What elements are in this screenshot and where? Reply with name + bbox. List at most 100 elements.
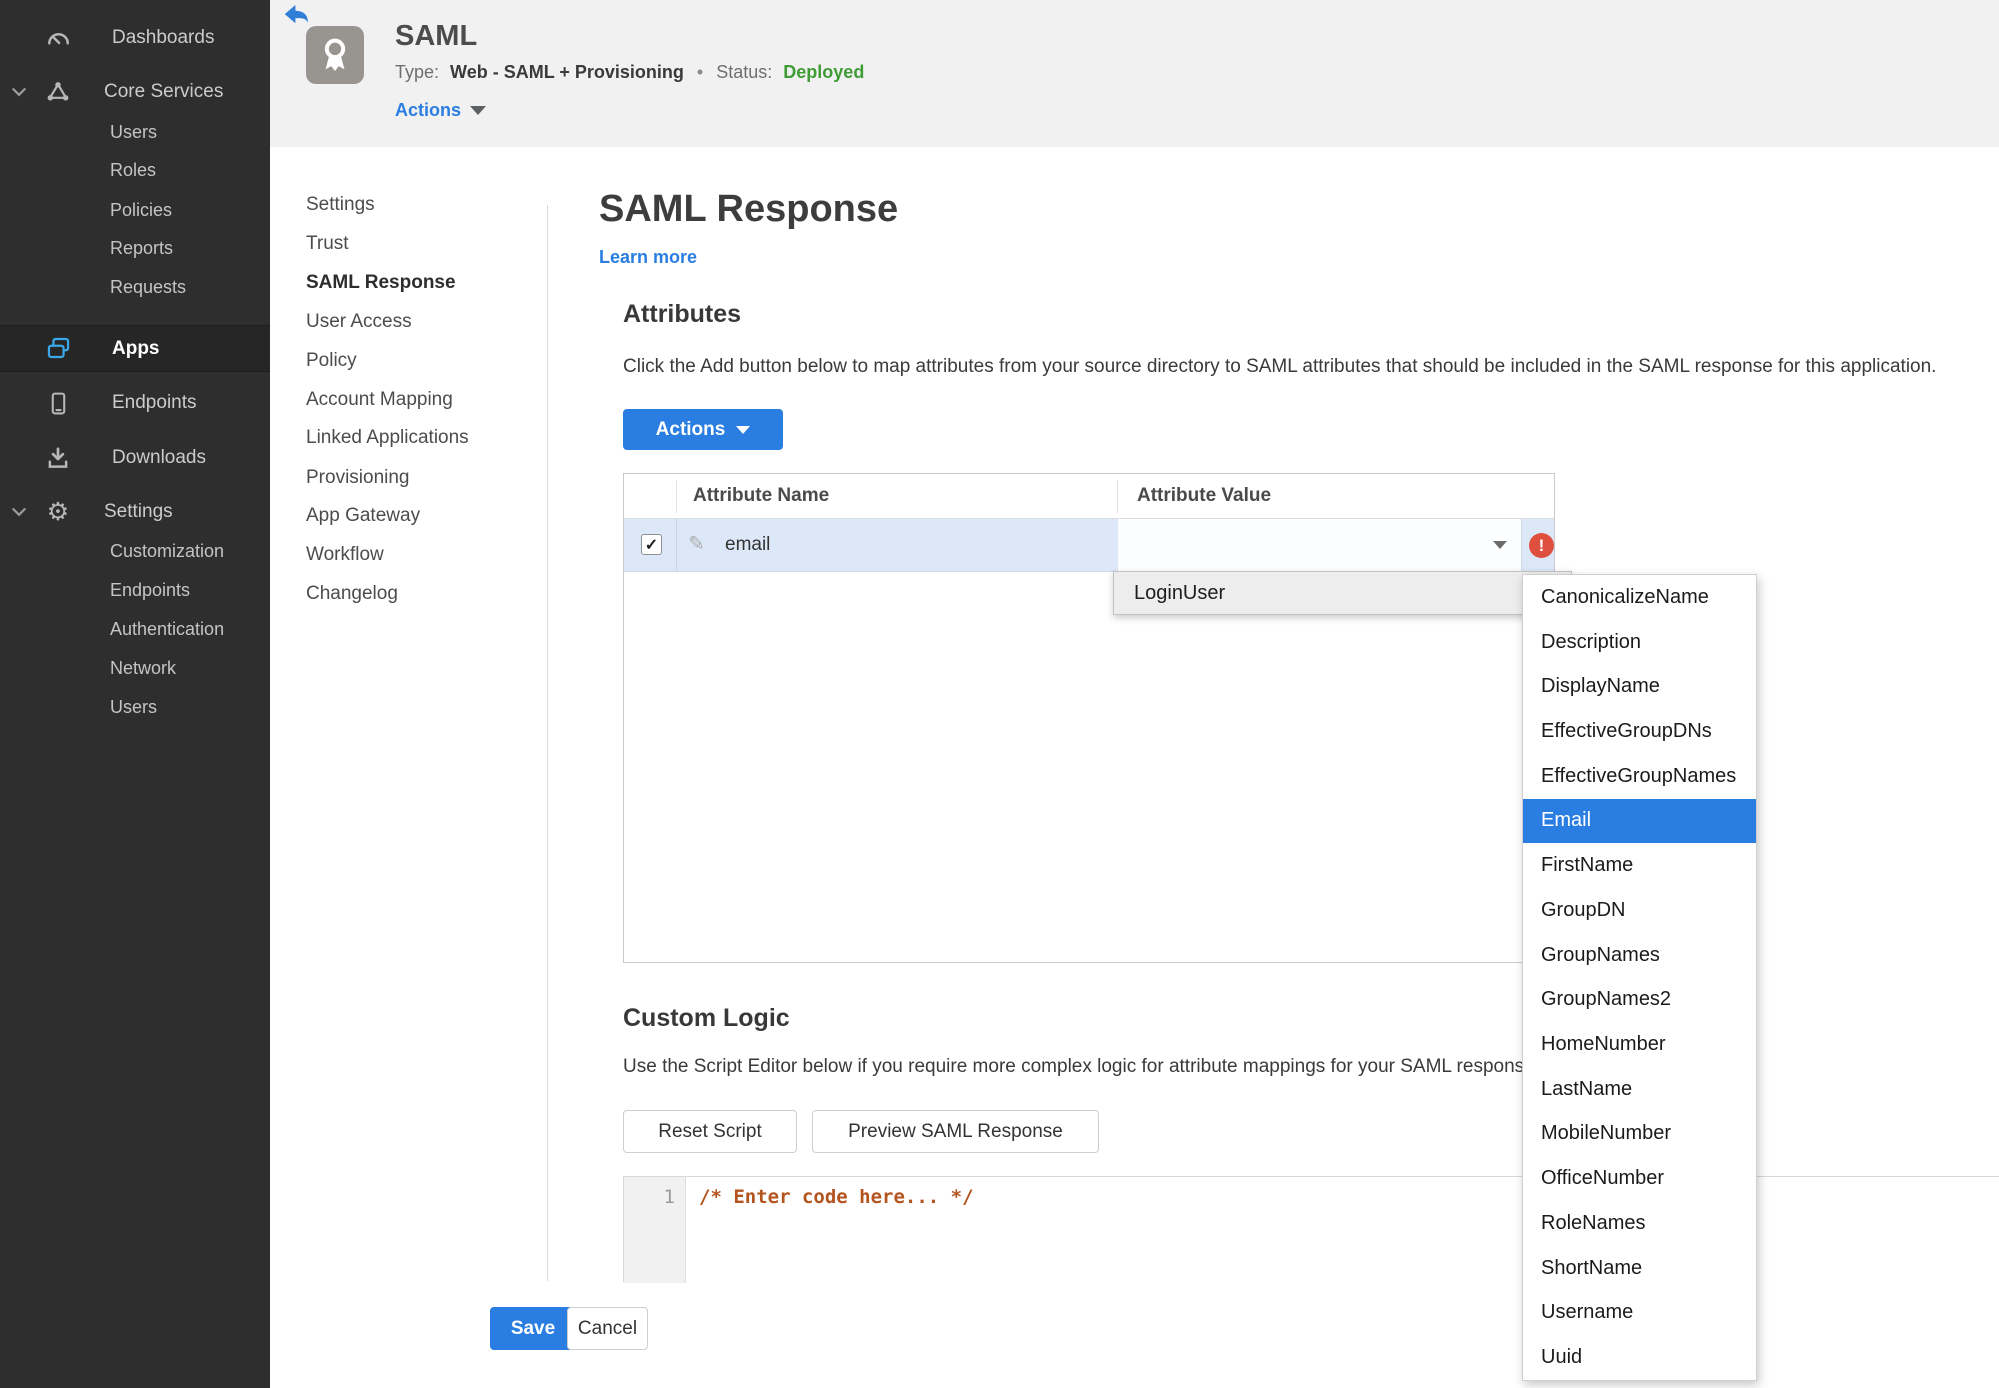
tab-workflow[interactable]: Workflow	[306, 542, 384, 568]
chevron-down-icon	[470, 106, 487, 115]
tab-label: Linked Applications	[306, 427, 469, 448]
sidebar-subitem-label: Requests	[110, 276, 187, 297]
editor-gutter: 1	[624, 1177, 686, 1283]
menu-item-mobilenumber[interactable]: MobileNumber	[1523, 1112, 1756, 1157]
menu-item-firstname[interactable]: FirstName	[1523, 843, 1756, 888]
menu-item-lastname[interactable]: LastName	[1523, 1067, 1756, 1112]
tab-label: Trust	[306, 233, 349, 254]
value-submenu: CanonicalizeName Description DisplayName…	[1522, 574, 1757, 1381]
tab-label: Changelog	[306, 583, 398, 604]
gear-icon: ⚙	[46, 497, 70, 526]
apps-icon	[44, 335, 72, 363]
tab-provisioning[interactable]: Provisioning	[306, 465, 410, 491]
cancel-button[interactable]: Cancel	[567, 1307, 648, 1350]
type-label: Type:	[395, 62, 440, 82]
menu-item-rolenames[interactable]: RoleNames	[1523, 1201, 1756, 1246]
menu-item-username[interactable]: Username	[1523, 1291, 1756, 1336]
menu-item-email[interactable]: Email	[1523, 798, 1756, 844]
tab-policy[interactable]: Policy	[306, 348, 357, 374]
sidebar-item-authentication[interactable]: Authentication	[110, 616, 224, 642]
column-divider	[676, 519, 677, 571]
sidebar-item-policies[interactable]: Policies	[110, 197, 172, 223]
chevron-down-icon[interactable]	[10, 503, 28, 521]
column-divider	[676, 480, 677, 513]
column-divider	[1117, 480, 1118, 513]
sidebar-subitem-label: Users	[110, 121, 158, 142]
menu-item-uuid[interactable]: Uuid	[1523, 1335, 1756, 1380]
table-header: Attribute Name Attribute Value	[624, 474, 1554, 519]
sidebar-item-roles[interactable]: Roles	[110, 157, 156, 183]
tab-trust[interactable]: Trust	[306, 231, 349, 257]
status-badge: Deployed	[783, 62, 865, 82]
tab-user-access[interactable]: User Access	[306, 309, 412, 335]
tab-label: Provisioning	[306, 467, 410, 488]
tab-label: App Gateway	[306, 505, 421, 526]
tab-linked-applications[interactable]: Linked Applications	[306, 425, 469, 451]
menu-item-groupnames2[interactable]: GroupNames2	[1523, 977, 1756, 1022]
tab-label: SAML Response	[306, 272, 456, 293]
tab-saml-response[interactable]: SAML Response	[306, 270, 456, 296]
header-actions-menu[interactable]: Actions	[395, 100, 487, 121]
menu-item-description[interactable]: Description	[1523, 620, 1756, 665]
chevron-down-icon[interactable]	[10, 83, 28, 101]
save-button[interactable]: Save	[490, 1307, 576, 1350]
edit-pencil-icon[interactable]: ✎	[688, 531, 705, 556]
tab-app-gateway[interactable]: App Gateway	[306, 503, 420, 529]
tab-label: Workflow	[306, 544, 384, 565]
sidebar-item-reports[interactable]: Reports	[110, 235, 173, 261]
sidebar-group-settings[interactable]: ⚙ Settings	[0, 492, 270, 532]
sidebar-subitem-label: Users	[110, 696, 158, 717]
tab-account-mapping[interactable]: Account Mapping	[306, 387, 453, 413]
menu-item-officenumber[interactable]: OfficeNumber	[1523, 1156, 1756, 1201]
preview-saml-response-button[interactable]: Preview SAML Response	[812, 1110, 1099, 1153]
menu-item-effectivegroupdns[interactable]: EffectiveGroupDNs	[1523, 709, 1756, 754]
learn-more-link[interactable]: Learn more	[599, 247, 697, 268]
sidebar-group-label: Core Services	[104, 81, 224, 102]
menu-item-homenumber[interactable]: HomeNumber	[1523, 1022, 1756, 1067]
sidebar-subitem-label: Authentication	[110, 618, 225, 639]
menu-item-effectivegroupnames[interactable]: EffectiveGroupNames	[1523, 754, 1756, 799]
sidebar-group-core-services[interactable]: Core Services	[0, 72, 270, 112]
download-icon	[44, 444, 72, 472]
back-arrow-icon[interactable]	[283, 3, 309, 27]
reset-script-button[interactable]: Reset Script	[623, 1110, 797, 1153]
sidebar-item-requests[interactable]: Requests	[110, 274, 186, 300]
script-editor[interactable]: 1 /* Enter code here... */	[623, 1176, 1999, 1283]
menu-item-shortname[interactable]: ShortName	[1523, 1246, 1756, 1291]
sidebar-item-apps[interactable]: Apps	[0, 325, 270, 372]
sidebar-item-settings-endpoints[interactable]: Endpoints	[110, 577, 190, 603]
tab-settings[interactable]: Settings	[306, 192, 375, 218]
sidebar-item-label: Downloads	[112, 447, 206, 468]
sidebar-subitem-label: Roles	[110, 159, 157, 180]
sidebar-subitem-label: Policies	[110, 199, 173, 220]
core-services-icon	[44, 78, 72, 106]
sidebar-item-dashboards[interactable]: Dashboards	[0, 18, 270, 58]
chevron-down-icon	[1493, 541, 1507, 549]
tab-changelog[interactable]: Changelog	[306, 581, 398, 607]
row-checkbox[interactable]: ✓	[641, 534, 662, 555]
value-menu-loginuser[interactable]: LoginUser	[1113, 571, 1572, 615]
custom-logic-description: Use the Script Editor below if you requi…	[623, 1056, 1540, 1077]
sidebar-item-label: Apps	[112, 337, 160, 359]
sidebar-item-customization[interactable]: Customization	[110, 538, 224, 564]
sidebar-item-downloads[interactable]: Downloads	[0, 438, 270, 478]
sidebar-item-network[interactable]: Network	[110, 655, 176, 681]
attributes-actions-button[interactable]: Actions	[623, 409, 783, 450]
sidebar-item-users[interactable]: Users	[110, 119, 157, 145]
saml-app-icon	[306, 26, 364, 84]
app-meta: Type: Web - SAML + Provisioning • Status…	[395, 62, 864, 83]
sidebar-item-endpoints[interactable]: Endpoints	[0, 383, 270, 423]
menu-item-canonicalizename[interactable]: CanonicalizeName	[1523, 575, 1756, 620]
actions-button-label: Actions	[655, 418, 726, 440]
app-window: Dashboards Core Services Users Roles Pol…	[0, 0, 1999, 1388]
sidebar-item-settings-users[interactable]: Users	[110, 694, 157, 720]
attribute-name-cell: email	[725, 534, 771, 555]
menu-item-groupnames[interactable]: GroupNames	[1523, 933, 1756, 978]
attributes-description: Click the Add button below to map attrib…	[623, 356, 1937, 377]
menu-item-groupdn[interactable]: GroupDN	[1523, 888, 1756, 933]
menu-item-displayname[interactable]: DisplayName	[1523, 664, 1756, 709]
attribute-value-dropdown[interactable]	[1118, 519, 1521, 571]
table-row[interactable]: ✓ ✎ email !	[624, 519, 1554, 572]
chevron-down-icon	[736, 425, 751, 434]
line-number: 1	[663, 1186, 675, 1208]
